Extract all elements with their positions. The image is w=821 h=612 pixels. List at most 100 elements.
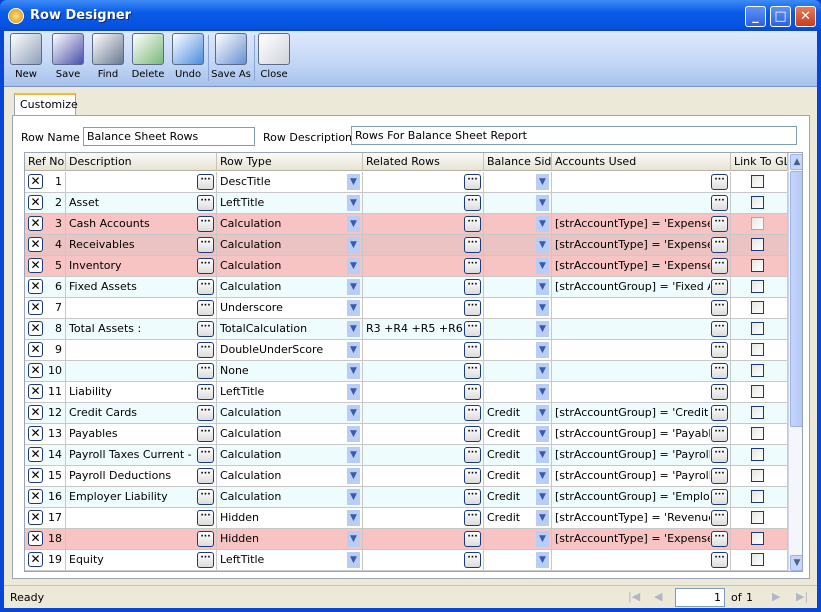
link-to-gl-checkbox[interactable] — [751, 469, 764, 482]
row-type-cell[interactable]: Calculation ▼ — [217, 277, 363, 297]
dropdown-arrow-icon[interactable]: ▼ — [347, 531, 360, 547]
ellipsis-button[interactable]: ··· — [464, 279, 481, 295]
dropdown-arrow-icon[interactable]: ▼ — [536, 237, 549, 253]
dropdown-arrow-icon[interactable]: ▼ — [347, 426, 360, 442]
dropdown-arrow-icon[interactable]: ▼ — [347, 405, 360, 421]
table-row[interactable]: ✕ 14 Payroll Taxes Current - Pa ··· Calculat… — [25, 445, 788, 466]
link-to-gl-checkbox[interactable] — [751, 259, 764, 272]
link-to-gl-checkbox[interactable] — [751, 553, 764, 566]
dropdown-arrow-icon[interactable]: ▼ — [347, 195, 360, 211]
dropdown-arrow-icon[interactable]: ▼ — [536, 510, 549, 526]
row-type-cell[interactable]: Calculation ▼ — [217, 403, 363, 423]
balance-side-cell[interactable]: ▼ — [484, 361, 552, 381]
ellipsis-button[interactable]: ··· — [197, 531, 214, 547]
delete-row-icon[interactable]: ✕ — [28, 216, 43, 231]
table-row[interactable]: ✕ 12 Credit Cards ··· Calculation ▼ ··· Credit ▼… — [25, 403, 788, 424]
description-cell[interactable]: ··· — [66, 508, 217, 528]
ellipsis-button[interactable]: ··· — [711, 531, 728, 547]
dropdown-arrow-icon[interactable]: ▼ — [347, 447, 360, 463]
ellipsis-button[interactable]: ··· — [197, 447, 214, 463]
ellipsis-button[interactable]: ··· — [197, 468, 214, 484]
ellipsis-button[interactable]: ··· — [197, 510, 214, 526]
balance-side-cell[interactable]: Credit ▼ — [484, 487, 552, 507]
related-rows-cell[interactable]: ··· — [363, 172, 484, 192]
dropdown-arrow-icon[interactable]: ▼ — [536, 489, 549, 505]
delete-row-icon[interactable]: ✕ — [28, 447, 43, 462]
table-row[interactable]: ✕ 19 Equity ··· LeftTitle ▼ ··· ▼ ··· — [25, 550, 788, 571]
first-page-button[interactable]: |◀ — [628, 590, 640, 603]
delete-row-icon[interactable]: ✕ — [28, 174, 43, 189]
row-type-cell[interactable]: LeftTitle ▼ — [217, 193, 363, 213]
ellipsis-button[interactable]: ··· — [197, 552, 214, 568]
toolbar-undo-button[interactable]: Undo — [170, 33, 206, 85]
ellipsis-button[interactable]: ··· — [711, 405, 728, 421]
dropdown-arrow-icon[interactable]: ▼ — [536, 363, 549, 379]
ellipsis-button[interactable]: ··· — [464, 195, 481, 211]
dropdown-arrow-icon[interactable]: ▼ — [347, 363, 360, 379]
related-rows-cell[interactable]: ··· — [363, 487, 484, 507]
table-row[interactable]: ✕ 17 ··· Hidden ▼ ··· Credit ▼ [strAccountType] … — [25, 508, 788, 529]
dropdown-arrow-icon[interactable]: ▼ — [536, 552, 549, 568]
delete-row-icon[interactable]: ✕ — [28, 426, 43, 441]
related-rows-cell[interactable]: ··· — [363, 550, 484, 570]
ellipsis-button[interactable]: ··· — [464, 216, 481, 232]
accounts-used-cell[interactable]: [strAccountType] = 'Expense' ··· — [552, 235, 731, 255]
description-cell[interactable]: Payables ··· — [66, 424, 217, 444]
delete-row-icon[interactable]: ✕ — [28, 195, 43, 210]
accounts-used-cell[interactable]: [strAccountGroup] = 'Fixed Asse··· — [552, 277, 731, 297]
ellipsis-button[interactable]: ··· — [711, 447, 728, 463]
accounts-used-cell[interactable]: [strAccountGroup] = 'Payroll Ta:··· — [552, 445, 731, 465]
dropdown-arrow-icon[interactable]: ▼ — [347, 321, 360, 337]
column-header[interactable]: Link To GL — [731, 153, 788, 171]
scroll-thumb[interactable] — [790, 171, 802, 427]
dropdown-arrow-icon[interactable]: ▼ — [536, 195, 549, 211]
ellipsis-button[interactable]: ··· — [711, 195, 728, 211]
dropdown-arrow-icon[interactable]: ▼ — [536, 342, 549, 358]
table-row[interactable]: ✕ 16 Employer Liability ··· Calculation ▼ ··· C… — [25, 487, 788, 508]
related-rows-cell[interactable]: ··· — [363, 277, 484, 297]
dropdown-arrow-icon[interactable]: ▼ — [347, 237, 360, 253]
ellipsis-button[interactable]: ··· — [464, 489, 481, 505]
toolbar-close-button[interactable]: Close — [256, 33, 292, 85]
ellipsis-button[interactable]: ··· — [464, 405, 481, 421]
description-cell[interactable]: Total Assets : ··· — [66, 319, 217, 339]
related-rows-cell[interactable]: R3 +R4 +R5 +R6 ··· — [363, 319, 484, 339]
table-row[interactable]: ✕ 11 Liability ··· LeftTitle ▼ ··· ▼ ··· — [25, 382, 788, 403]
ellipsis-button[interactable]: ··· — [197, 426, 214, 442]
ellipsis-button[interactable]: ··· — [197, 363, 214, 379]
close-window-button[interactable]: ✕ — [795, 6, 816, 27]
description-cell[interactable]: Payroll Deductions ··· — [66, 466, 217, 486]
dropdown-arrow-icon[interactable]: ▼ — [347, 468, 360, 484]
table-row[interactable]: ✕ 7 ··· Underscore ▼ ··· ▼ ··· — [25, 298, 788, 319]
link-to-gl-checkbox[interactable] — [751, 364, 764, 377]
delete-row-icon[interactable]: ✕ — [28, 489, 43, 504]
accounts-used-cell[interactable]: ··· — [552, 193, 731, 213]
description-cell[interactable]: Asset ··· — [66, 193, 217, 213]
accounts-used-cell[interactable]: [strAccountType] = 'Expense' ··· — [552, 214, 731, 234]
delete-row-icon[interactable]: ✕ — [28, 363, 43, 378]
accounts-used-cell[interactable]: [strAccountType] = 'Expense' ··· — [552, 529, 731, 549]
balance-side-cell[interactable]: ▼ — [484, 340, 552, 360]
row-type-cell[interactable]: Calculation ▼ — [217, 424, 363, 444]
scroll-up-button[interactable]: ▲ — [790, 154, 802, 170]
table-row[interactable]: ✕ 9 ··· DoubleUnderScore ▼ ··· ▼ ··· — [25, 340, 788, 361]
related-rows-cell[interactable]: ··· — [363, 361, 484, 381]
column-header[interactable]: Related Rows — [363, 153, 484, 171]
link-to-gl-checkbox[interactable] — [751, 511, 764, 524]
row-type-cell[interactable]: Calculation ▼ — [217, 487, 363, 507]
row-type-cell[interactable]: Calculation ▼ — [217, 466, 363, 486]
row-type-cell[interactable]: None ▼ — [217, 361, 363, 381]
row-description-input[interactable]: Rows For Balance Sheet Report — [351, 126, 797, 145]
column-header[interactable]: Description — [66, 153, 217, 171]
table-row[interactable]: ✕ 3 Cash Accounts ··· Calculation ▼ ··· ▼ [strAc… — [25, 214, 788, 235]
table-row[interactable]: ✕ 15 Payroll Deductions ··· Calculation ▼ ··· C… — [25, 466, 788, 487]
row-type-cell[interactable]: Underscore ▼ — [217, 298, 363, 318]
dropdown-arrow-icon[interactable]: ▼ — [536, 174, 549, 190]
delete-row-icon[interactable]: ✕ — [28, 510, 43, 525]
accounts-used-cell[interactable]: [strAccountGroup] = 'Payroll De··· — [552, 466, 731, 486]
related-rows-cell[interactable]: ··· — [363, 529, 484, 549]
ellipsis-button[interactable]: ··· — [464, 300, 481, 316]
description-cell[interactable]: ··· — [66, 340, 217, 360]
balance-side-cell[interactable]: ▼ — [484, 529, 552, 549]
dropdown-arrow-icon[interactable]: ▼ — [536, 300, 549, 316]
